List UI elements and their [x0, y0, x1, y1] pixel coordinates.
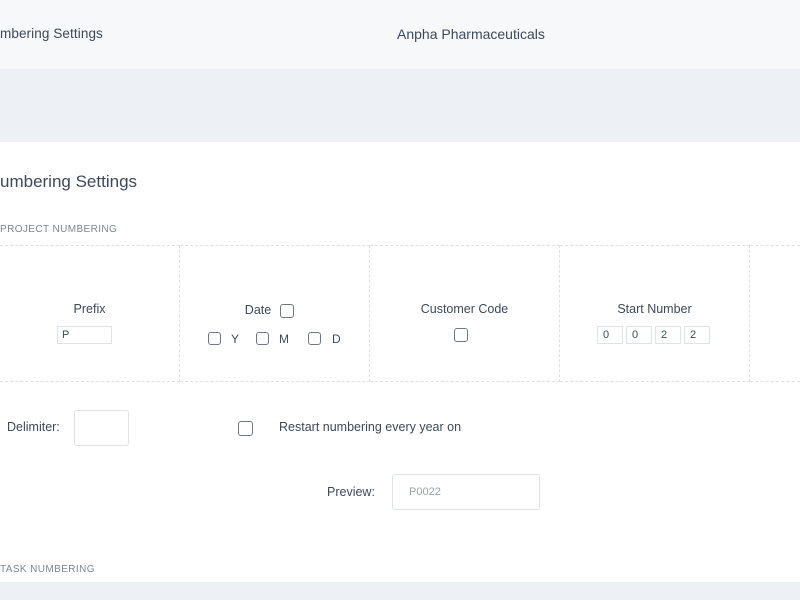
header-band — [0, 70, 800, 142]
customer-code-checkbox[interactable] — [454, 328, 468, 342]
start-number-cell: Start Number 0 0 2 2 — [560, 245, 750, 382]
date-cell: Date Y M D — [180, 245, 370, 382]
date-d-checkbox[interactable] — [308, 332, 321, 345]
restart-numbering-label: Restart numbering every year on — [279, 420, 462, 434]
top-bar: mbering Settings Anpha Pharmaceuticals — [0, 0, 800, 70]
start-number-digit[interactable]: 2 — [655, 326, 681, 344]
task-numbering-band — [0, 582, 800, 600]
start-number-digit[interactable]: 2 — [684, 326, 710, 344]
start-number-digit[interactable]: 0 — [626, 326, 652, 344]
date-m-checkbox[interactable] — [256, 332, 269, 345]
restart-numbering-checkbox[interactable] — [238, 421, 253, 436]
date-y-label: Y — [231, 332, 240, 346]
section-label-project-numbering: PROJECT NUMBERING — [0, 224, 118, 235]
prefix-label: Prefix — [73, 302, 106, 316]
start-number-digit[interactable]: 0 — [597, 326, 623, 344]
date-checkbox[interactable] — [280, 304, 294, 318]
date-label: Date — [244, 303, 272, 317]
start-number-label: Start Number — [617, 302, 692, 316]
date-d-label: D — [332, 332, 341, 346]
date-y-checkbox[interactable] — [208, 332, 221, 345]
breadcrumb[interactable]: mbering Settings — [0, 26, 103, 41]
section-label-task-numbering: TASK NUMBERING — [0, 564, 95, 575]
numbering-parts-grid: Prefix P Date Y M D Customer Code Start … — [0, 245, 800, 382]
page-title: umbering Settings — [0, 172, 138, 191]
next-part-cell — [750, 245, 800, 382]
customer-code-label: Customer Code — [420, 302, 509, 316]
date-m-label: M — [279, 332, 289, 346]
prefix-cell: Prefix P — [0, 245, 180, 382]
delimiter-input[interactable] — [74, 410, 129, 446]
delimiter-label: Delimiter: — [7, 420, 60, 434]
prefix-input[interactable]: P — [57, 326, 112, 344]
preview-input[interactable]: P0022 — [392, 474, 540, 510]
company-name: Anpha Pharmaceuticals — [397, 26, 545, 42]
customer-code-cell: Customer Code — [370, 245, 560, 382]
preview-label: Preview: — [327, 485, 375, 499]
